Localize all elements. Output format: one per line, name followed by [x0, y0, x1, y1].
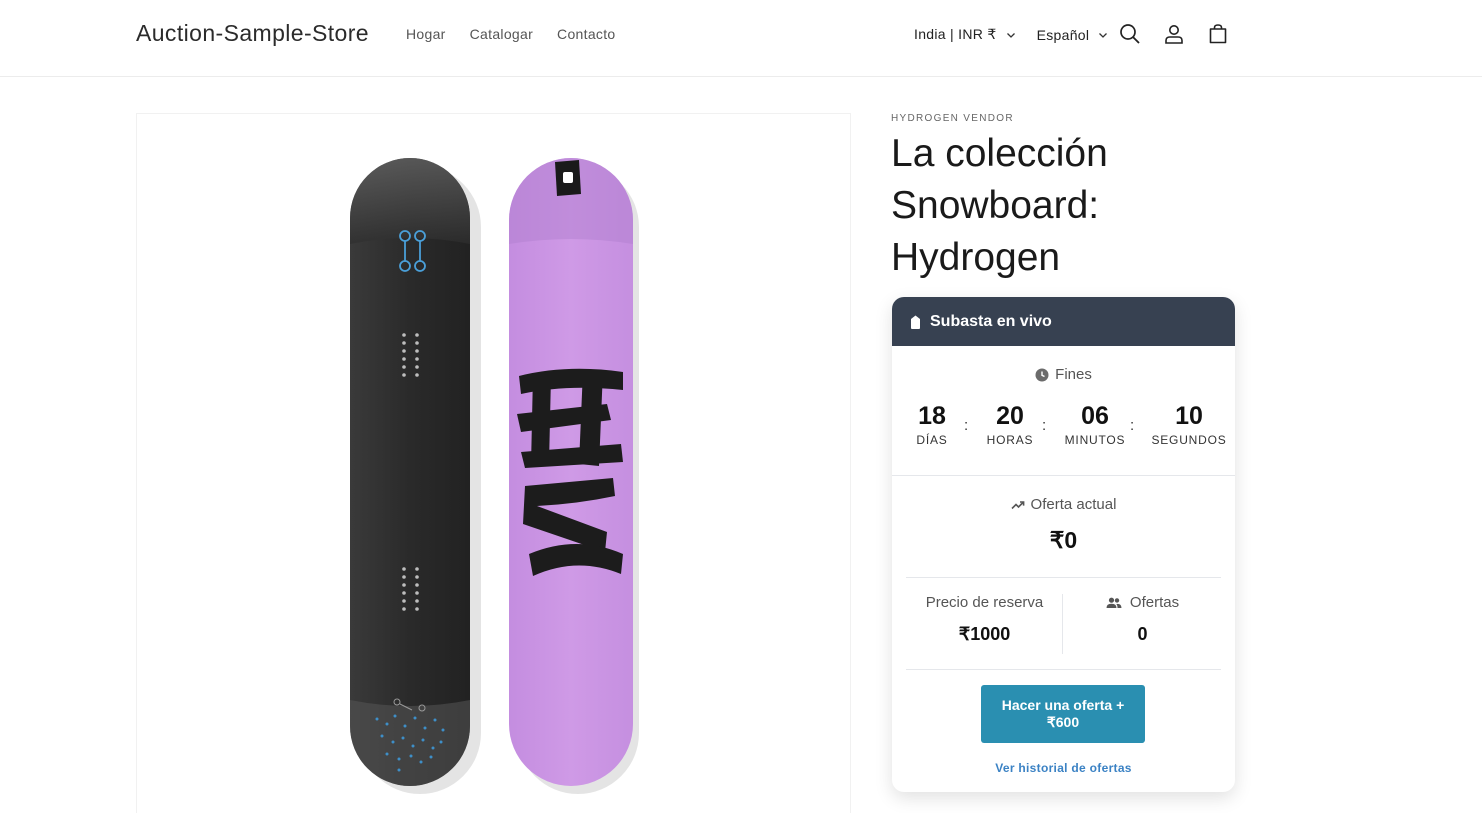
timer-label: MINUTOS — [1064, 433, 1126, 447]
reserve-price: Precio de reserva ₹1000 — [906, 594, 1063, 645]
timer-value: 10 — [1175, 402, 1203, 430]
bid-history-link[interactable]: Ver historial de ofertas — [892, 761, 1235, 775]
timer-label: DÍAS — [916, 433, 948, 447]
ends-label-text: Fines — [1055, 366, 1092, 383]
chevron-down-icon — [1006, 32, 1015, 38]
reserve-price-value: ₹1000 — [958, 624, 1011, 644]
store-logo[interactable]: Auction-Sample-Store — [136, 20, 369, 47]
auction-stats: Precio de reserva ₹1000 Ofertas 0 — [906, 594, 1221, 654]
auction-header-label: Subasta en vivo — [930, 312, 1052, 330]
divider — [906, 669, 1221, 670]
country-selector-label: India | INR ₹ — [914, 26, 997, 42]
product-title-line: Hydrogen — [891, 236, 1061, 279]
timer-seconds: 10 SEGUNDOS — [1151, 401, 1227, 447]
place-bid-button-label: Hacer una oferta + — [1001, 697, 1125, 713]
timer-label: HORAS — [986, 433, 1034, 447]
product-title-line: Snowboard: — [891, 184, 1100, 227]
countdown-timer: 18 DÍAS : 20 HORAS : 06 MINUTOS : 10 SEG… — [892, 401, 1235, 451]
divider — [906, 577, 1221, 578]
product-vendor: HYDROGEN VENDOR — [891, 113, 1014, 124]
nav-link-contact[interactable]: Contacto — [557, 26, 615, 42]
place-bid-button-amount: ₹600 — [1046, 714, 1080, 730]
timer-separator: : — [964, 417, 969, 434]
nav-link-catalog[interactable]: Catalogar — [470, 26, 533, 42]
header-icons — [1117, 21, 1249, 47]
current-bid-label-text: Oferta actual — [1030, 496, 1117, 513]
localization-selectors: India | INR ₹ Español — [914, 26, 1108, 43]
clock-icon — [1035, 368, 1049, 381]
auction-ends-label: Fines — [892, 366, 1235, 383]
bid-count: Ofertas 0 — [1064, 594, 1221, 645]
cart-icon[interactable] — [1205, 21, 1231, 47]
place-bid-button[interactable]: Hacer una oferta + ₹600 — [981, 685, 1145, 743]
timer-separator: : — [1042, 417, 1047, 434]
product-image[interactable] — [136, 113, 851, 813]
timer-label: SEGUNDOS — [1151, 433, 1227, 447]
reserve-price-label: Precio de reserva — [925, 594, 1044, 611]
snowboard-illustration — [350, 158, 639, 794]
current-bid-value: ₹0 — [1049, 527, 1078, 553]
users-icon — [1106, 597, 1122, 608]
timer-value: 18 — [918, 402, 946, 430]
current-bid-label: Oferta actual — [892, 496, 1235, 513]
timer-minutes: 06 MINUTOS — [1063, 401, 1127, 447]
nav-link-home[interactable]: Hogar — [406, 26, 446, 42]
country-selector[interactable]: India | INR ₹ — [914, 26, 1016, 43]
language-selector[interactable]: Español — [1037, 27, 1109, 43]
product-title: La colección Snowboard: Hydrogen — [891, 128, 1231, 284]
bid-count-value: 0 — [1137, 624, 1148, 644]
timer-separator: : — [1130, 417, 1135, 434]
timer-hours: 20 HORAS — [985, 401, 1035, 447]
main-nav: Hogar Catalogar Contacto — [406, 26, 639, 42]
auction-card-header: Subasta en vivo — [892, 297, 1235, 346]
timer-value: 20 — [996, 402, 1024, 430]
chevron-down-icon — [1099, 32, 1108, 38]
bid-count-label: Ofertas — [1064, 594, 1221, 611]
timer-value: 06 — [1081, 402, 1109, 430]
search-icon[interactable] — [1117, 21, 1143, 47]
divider — [892, 475, 1235, 476]
trending-up-icon — [1010, 500, 1024, 509]
bid-count-label-text: Ofertas — [1129, 594, 1180, 611]
tag-icon — [911, 315, 920, 329]
divider — [1062, 594, 1063, 654]
language-selector-label: Español — [1036, 26, 1090, 43]
account-icon[interactable] — [1161, 21, 1187, 47]
timer-days: 18 DÍAS — [914, 401, 950, 447]
auction-card: Subasta en vivo Fines 18 DÍAS : 20 HORAS… — [892, 297, 1235, 792]
product-title-line: La colección — [891, 132, 1108, 175]
site-header: Auction-Sample-Store Hogar Catalogar Con… — [0, 0, 1482, 77]
